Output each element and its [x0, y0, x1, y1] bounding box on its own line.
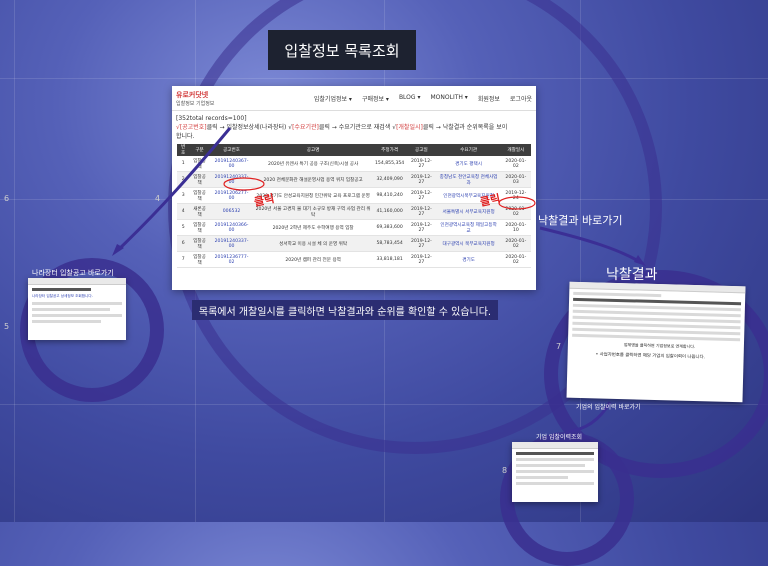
left-thumb-caption: 나라장터 입찰공고 상세정보 조회합니다.	[32, 294, 93, 298]
history-thumbnail[interactable]	[512, 442, 598, 502]
slide-number: 7	[556, 342, 562, 351]
arrow-to-right-thumb	[539, 226, 641, 264]
circle-bid-no	[223, 177, 265, 191]
left-thumb-label: 나라장터 입찰공고 바로가기	[32, 269, 114, 277]
narajangter-thumbnail[interactable]: 나라장터 입찰공고 상세정보 조회합니다.	[28, 278, 126, 340]
slide-number: 6	[4, 194, 10, 203]
history-link-label: 기업의 입찰이력 바로가기	[576, 404, 641, 411]
main-caption: 목록에서 개찰일시를 클릭하면 낙찰결과와 순위를 확인할 수 있습니다.	[192, 300, 498, 320]
circle-open-date	[498, 196, 536, 210]
arrow-to-left-thumb	[116, 127, 232, 252]
result-thumbnail[interactable]: 업체명을 클릭하면 기업정보로 연계합니다. • 사업자번호를 클릭하면 해당 …	[566, 281, 746, 403]
slide-number: 8	[502, 466, 508, 475]
result-title: 낙찰결과	[606, 267, 658, 283]
slide-number: 4	[155, 194, 161, 203]
result-link-label: 낙찰결과 바로가기	[538, 214, 623, 227]
annotation-arrows	[112, 127, 646, 434]
history-thumb-label: 기업 입찰이력조회	[536, 434, 583, 441]
slide-number: 5	[4, 322, 10, 331]
result-caption: 업체명을 클릭하면 기업정보로 연계합니다.	[623, 342, 696, 350]
result-bullet: • 사업자번호를 클릭하면 해당 기업의 입찰이력이 나옵니다.	[595, 352, 705, 361]
